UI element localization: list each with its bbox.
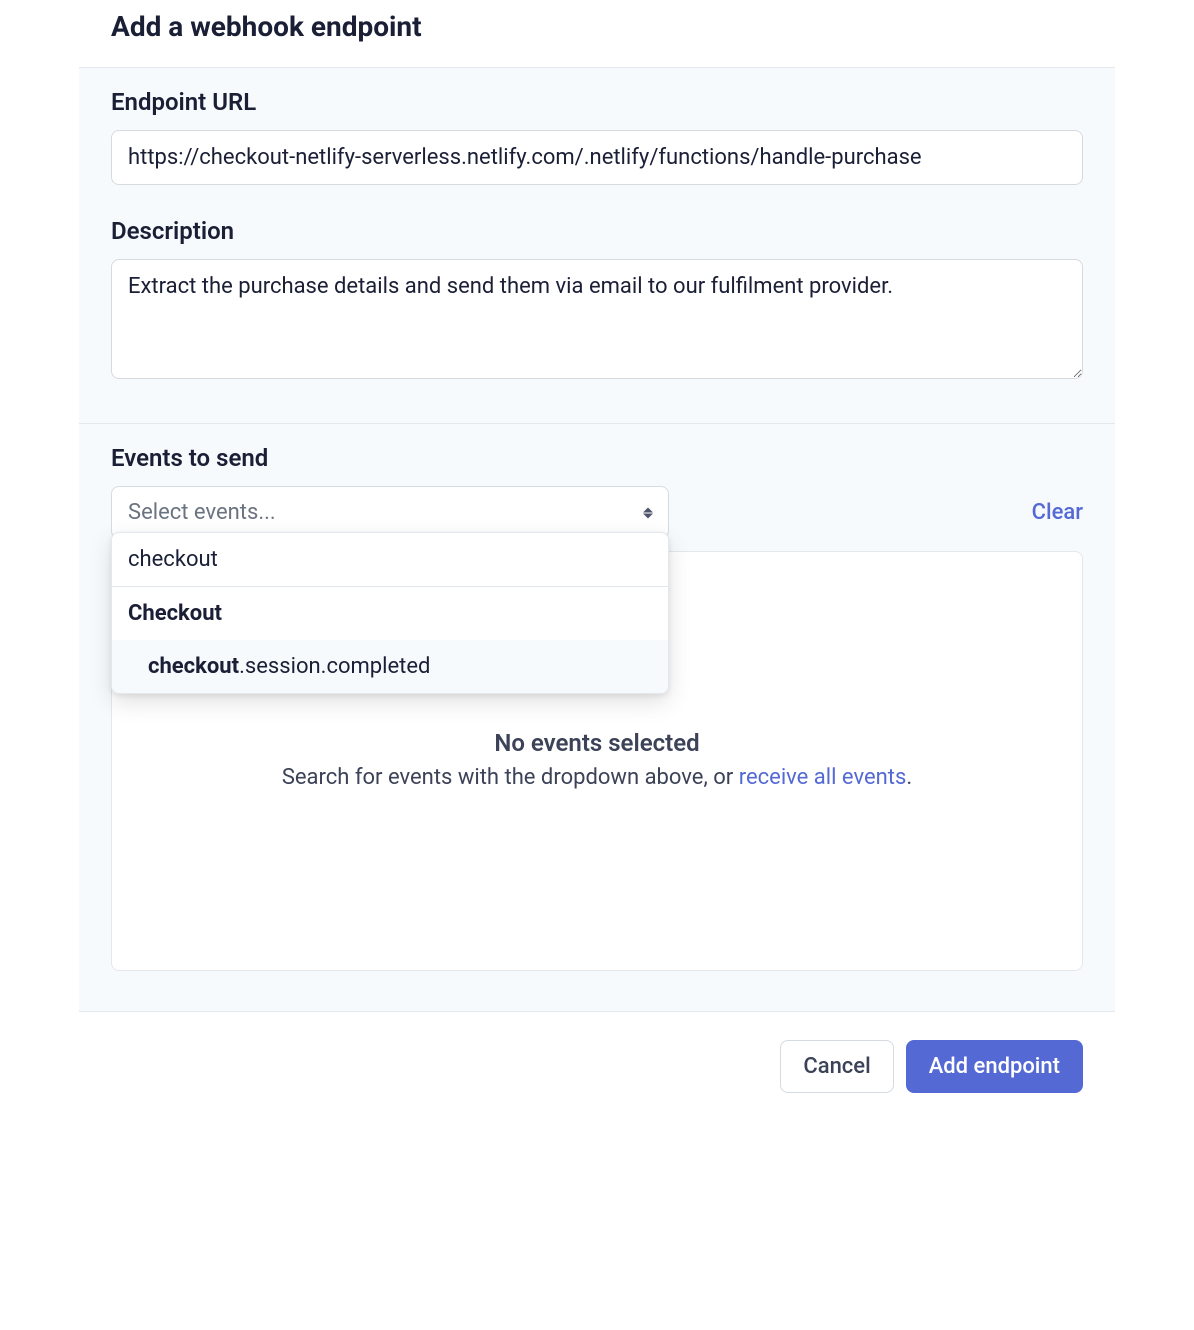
option-rest-part: .session.completed: [239, 654, 430, 679]
empty-description: Search for events with the dropdown abov…: [282, 763, 912, 794]
cancel-button[interactable]: Cancel: [780, 1040, 893, 1093]
empty-title: No events selected: [494, 729, 699, 757]
empty-desc-prefix: Search for events with the dropdown abov…: [282, 765, 739, 790]
modal-footer: Cancel Add endpoint: [79, 1012, 1115, 1121]
dropdown-search-value[interactable]: checkout: [112, 533, 668, 587]
endpoint-url-input[interactable]: [111, 130, 1083, 185]
add-webhook-modal: Add a webhook endpoint Endpoint URL Desc…: [79, 0, 1115, 1121]
add-endpoint-button[interactable]: Add endpoint: [906, 1040, 1083, 1093]
dropdown-group-header: Checkout: [112, 587, 668, 640]
events-label: Events to send: [111, 444, 1083, 472]
endpoint-url-field: Endpoint URL: [111, 88, 1083, 185]
clear-link[interactable]: Clear: [1032, 500, 1083, 525]
option-match-part: checkout: [148, 654, 239, 679]
description-input[interactable]: Extract the purchase details and send th…: [111, 259, 1083, 379]
endpoint-url-label: Endpoint URL: [111, 88, 1083, 116]
receive-all-events-link[interactable]: receive all events: [739, 765, 907, 790]
form-section: Endpoint URL Description Extract the pur…: [79, 68, 1115, 424]
description-label: Description: [111, 217, 1083, 245]
modal-header: Add a webhook endpoint: [79, 0, 1115, 68]
modal-title: Add a webhook endpoint: [111, 10, 1083, 43]
empty-desc-suffix: .: [906, 765, 912, 790]
events-section: Events to send Select events... Clear ch…: [79, 424, 1115, 1012]
description-field: Description Extract the purchase details…: [111, 217, 1083, 383]
events-dropdown: checkout Checkout checkout.session.compl…: [111, 532, 669, 694]
dropdown-option-checkout-session-completed[interactable]: checkout.session.completed: [112, 640, 668, 693]
